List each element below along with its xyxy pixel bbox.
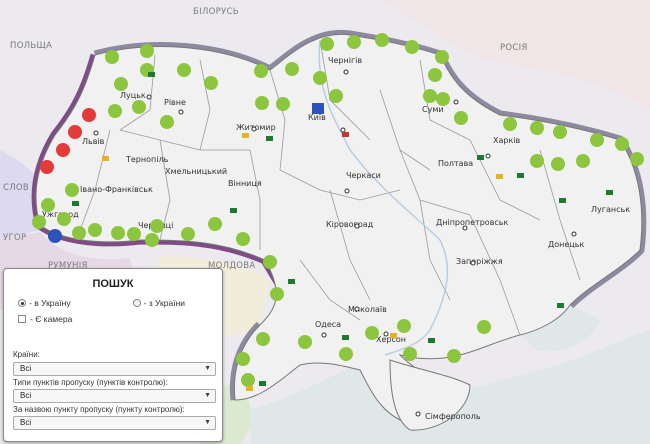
label-donetsk: Донецьк: [548, 240, 584, 249]
label-sumy: Суми: [422, 105, 444, 114]
radio-to-ukraine-label: - в Україну: [29, 298, 71, 308]
label-dnipropetrovsk: Дніпропетровськ: [436, 218, 509, 227]
camera-checkbox-label: - Є камера: [30, 314, 73, 324]
label-chernihiv: Чернігів: [328, 56, 362, 65]
camera-checkbox[interactable]: [18, 315, 26, 323]
search-panel-title: ПОШУК: [92, 278, 134, 290]
chevron-down-icon: ▼: [204, 392, 211, 399]
types-label: Типи пунктів пропуску (пунктів контролю)…: [13, 378, 168, 387]
name-select-value: Всі: [20, 418, 32, 427]
countries-select[interactable]: Всі ▼: [13, 362, 216, 376]
direction-radio-group: - в Україну - з України: [18, 298, 218, 308]
camera-checkbox-row[interactable]: - Є камера: [18, 314, 72, 324]
label-rivne: Рівне: [164, 98, 186, 107]
label-zaporizhzhia: Запоріжжя: [456, 257, 503, 266]
radio-from-ukraine-indicator[interactable]: [132, 299, 141, 307]
radio-from-ukraine[interactable]: - з України: [132, 298, 186, 308]
label-odesa: Одеса: [315, 320, 341, 329]
label-slovakia: СЛОВ: [3, 183, 29, 193]
label-poltava: Полтава: [438, 159, 473, 168]
name-select[interactable]: Всі ▼: [13, 416, 216, 430]
name-label: За назвою пункту пропуску (пункту контро…: [13, 405, 185, 414]
types-select-value: Всі: [20, 391, 32, 400]
chevron-down-icon: ▼: [204, 365, 211, 372]
radio-to-ukraine[interactable]: - в Україну: [18, 298, 71, 308]
label-belarus: БІЛОРУСЬ: [193, 7, 239, 17]
label-kirovohrad: Кіровоград: [326, 220, 374, 229]
label-lviv: Львів: [82, 137, 105, 146]
label-vinnytsia: Вінниця: [228, 179, 262, 188]
label-mykolaiv: Миколаїв: [348, 305, 387, 314]
label-kyiv: Київ: [308, 113, 326, 122]
chevron-down-icon: ▼: [204, 419, 211, 426]
search-panel: ПОШУК - в Україну - з України - Є камера…: [3, 268, 223, 442]
label-khmelnytskyi: Хмельницький: [165, 167, 227, 176]
label-poland: ПОЛЬЩА: [10, 41, 52, 51]
label-ivano-frankivsk: Івано-Франківськ: [80, 185, 153, 194]
countries-label: Країни:: [13, 350, 40, 359]
label-lutsk: Луцьк: [120, 91, 146, 100]
label-simferopol: Сімферополь: [425, 412, 481, 421]
types-select[interactable]: Всі ▼: [13, 389, 216, 403]
label-cherkasy: Черкаси: [346, 171, 381, 180]
radio-to-ukraine-indicator[interactable]: [18, 299, 26, 307]
label-hungary: УГОР: [3, 233, 26, 243]
countries-select-value: Всі: [20, 364, 32, 373]
radio-from-ukraine-label: - з України: [143, 298, 186, 308]
label-luhansk: Луганськ: [591, 205, 630, 214]
label-russia: РОСІЯ: [500, 43, 528, 53]
label-kharkiv: Харків: [493, 136, 521, 145]
label-ternopil: Тернопіль: [125, 155, 169, 164]
